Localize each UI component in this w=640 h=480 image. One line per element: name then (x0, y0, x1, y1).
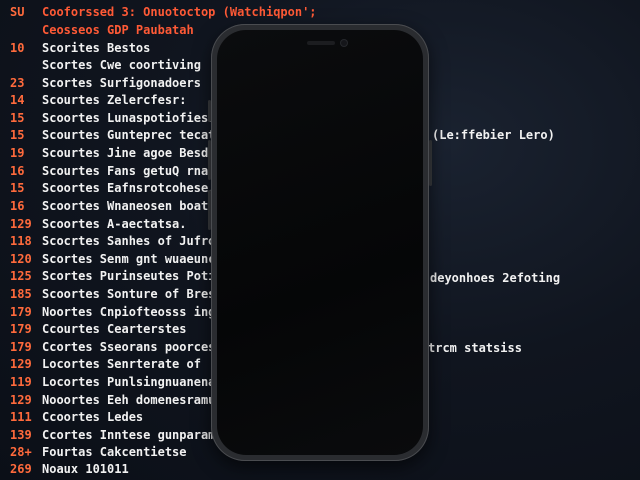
line-number: 118 (10, 234, 32, 248)
line-number: 111 (10, 410, 32, 424)
line-number: 269 (10, 462, 32, 476)
phone-power-button (429, 140, 432, 186)
line-text: Scocrtes Sanhes of Jufrona (42, 234, 230, 248)
line-number: 15 (10, 111, 25, 125)
line-text: Ccoortes Ledes (42, 410, 144, 424)
line-text: Scourtes Zelercfesr: (42, 93, 187, 107)
line-number: 185 (10, 287, 32, 301)
line-text: Scoortes Lunaspotiofiesn (42, 111, 216, 125)
line-text: Scoortes Sonture of Brescer (42, 287, 238, 301)
right-text-3: trcm statsiss (428, 341, 522, 355)
line-text: Scorites Bestos (42, 41, 151, 55)
line-text: Noortes Cnpiofteosss ingie (42, 305, 230, 319)
line-text: Scortes Purinseutes Potiouo (42, 269, 238, 283)
line-text: Scourtes Jine agoe Besdis (42, 146, 223, 160)
line-text: Locortes Senrterate of (42, 357, 201, 371)
line-number: 14 (10, 93, 25, 107)
line-text: Scourtes Fans getuQ rnaoo (42, 164, 223, 178)
line-number: 120 (10, 252, 32, 266)
right-text-2: deyonhoes 2efoting (430, 271, 561, 285)
phone-speaker (307, 41, 335, 45)
line-number: 10 (10, 41, 25, 55)
line-text: Scortes Surfigonadoers (42, 76, 201, 90)
line-number: 139 (10, 428, 32, 442)
line-number: 179 (10, 322, 32, 336)
line-text: Noaux 101011 (42, 462, 129, 476)
line-number: 125 (10, 269, 32, 283)
line-number: 16 (10, 164, 25, 178)
line-text: Scortes Cwe coortiving (42, 58, 201, 72)
line-number: 129 (10, 357, 32, 371)
line-text: Scortes Senm gnt wuaeunc (42, 252, 216, 266)
line-text: Ccourtes Cearterstes (42, 322, 187, 336)
line-text: Scourtes Gunteprec tecat (42, 128, 216, 142)
phone-screen (217, 30, 423, 455)
line-number: 15 (10, 181, 25, 195)
line-text: Locortes Punlsingnuanenaeg (42, 375, 230, 389)
line-number: 129 (10, 217, 32, 231)
smartphone (211, 24, 429, 461)
line-number: 23 (10, 76, 25, 90)
line-text: Ccortes Inntese gunparam (42, 428, 216, 442)
header-text: Cooforssed 3: Onuotoctop (Watchiqpon'; (42, 5, 317, 19)
line-text: Scoortes A-aectatsa. (42, 217, 187, 231)
subheader-text: Ceosseos GDP Paubatah (42, 23, 194, 37)
camera-icon (341, 40, 347, 46)
right-text-1: (Le:ffebier Lero) (432, 128, 555, 142)
line-number: 179 (10, 305, 32, 319)
line-text: Nooortes Eeh domenesramusn (42, 393, 230, 407)
header-number: SU (10, 5, 25, 19)
line-number: 19 (10, 146, 25, 160)
line-number: 119 (10, 375, 32, 389)
line-text: Fourtas Cakcentietse (42, 445, 187, 459)
line-number: 15 (10, 128, 25, 142)
line-text: Scoortes Eafnsrotcohese. (42, 181, 216, 195)
line-number: 28+ (10, 445, 32, 459)
line-text: Scoortes Wnaneosen boatst (42, 199, 223, 213)
line-number: 179 (10, 340, 32, 354)
line-text: Ccortes Sseorans poorcess (42, 340, 223, 354)
line-number: 129 (10, 393, 32, 407)
line-number: 16 (10, 199, 25, 213)
